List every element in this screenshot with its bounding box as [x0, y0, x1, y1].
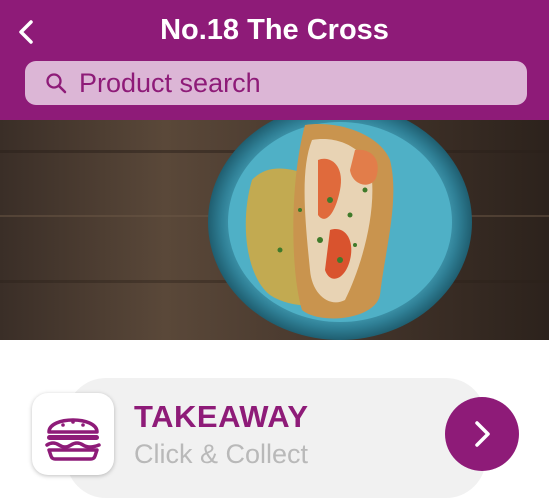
food-photo	[0, 120, 549, 340]
service-subtitle: Click & Collect	[134, 439, 309, 469]
search-icon	[46, 73, 67, 94]
search-placeholder: Product search	[79, 68, 261, 98]
takeaway-icon-tile	[32, 393, 114, 475]
hero-image	[0, 120, 549, 340]
continue-button[interactable]	[445, 397, 519, 471]
burger-icon	[45, 418, 101, 461]
app-header: No.18 The Cross Product search	[0, 0, 549, 120]
chevron-right-icon	[475, 421, 490, 447]
page-title: No.18 The Cross	[160, 14, 389, 46]
search-input[interactable]: Product search	[25, 61, 527, 105]
service-title: TAKEAWAY	[134, 399, 309, 434]
